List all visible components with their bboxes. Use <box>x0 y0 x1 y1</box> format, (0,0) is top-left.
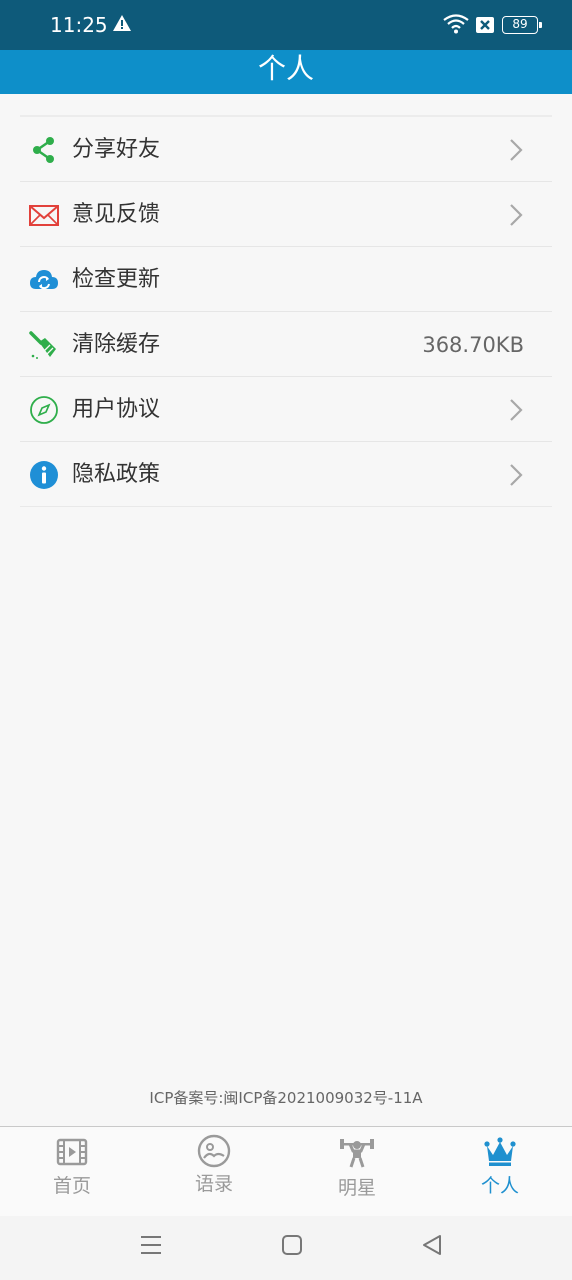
menu-item-check-update[interactable]: 检查更新 <box>20 247 552 312</box>
tab-label: 个人 <box>480 1175 519 1197</box>
menu-item-label: 隐私政策 <box>72 462 161 487</box>
compass-icon <box>29 395 59 425</box>
icp-record-text: ICP备案号:闽ICP备2021009032号-11A <box>149 1089 423 1107</box>
menu-item-privacy-policy[interactable]: 隐私政策 <box>20 442 552 507</box>
chevron-right-icon <box>508 397 524 423</box>
tab-label: 明星 <box>337 1177 376 1199</box>
menu-item-label: 意见反馈 <box>72 202 161 227</box>
wifi-icon <box>443 14 469 38</box>
cache-size-value: 368.70KB <box>422 333 524 357</box>
bottom-tab-bar: 首页 语录 明星 个人 <box>0 1126 572 1216</box>
home-icon[interactable] <box>281 1234 303 1260</box>
menu-item-share[interactable]: 分享好友 <box>20 117 552 182</box>
tab-stars[interactable]: 明星 <box>307 1137 407 1200</box>
film-icon <box>56 1138 88 1166</box>
cloud-refresh-icon <box>29 265 59 295</box>
menu-item-label: 分享好友 <box>72 137 161 162</box>
page-title: 个人 <box>257 52 314 85</box>
menu-item-label: 用户协议 <box>72 397 161 422</box>
menu-item-feedback[interactable]: 意见反馈 <box>20 182 552 247</box>
chevron-right-icon <box>508 137 524 163</box>
mail-icon <box>29 200 59 230</box>
back-icon[interactable] <box>421 1234 443 1260</box>
page-title-bar: 个人 <box>0 50 572 94</box>
system-nav-bar <box>0 1216 572 1280</box>
picture-icon <box>197 1134 231 1168</box>
tab-profile[interactable]: 个人 <box>450 1137 550 1198</box>
tab-label: 首页 <box>52 1175 91 1197</box>
crown-icon <box>484 1137 516 1166</box>
menu-item-label: 检查更新 <box>72 267 161 292</box>
menu-icon[interactable] <box>140 1234 162 1260</box>
warning-icon <box>112 14 132 36</box>
share-icon <box>29 135 59 165</box>
menu-item-clear-cache[interactable]: 清除缓存 368.70KB <box>20 312 552 377</box>
status-time: 11:25 <box>50 13 108 37</box>
settings-menu: 分享好友 意见反馈 检查更新 清除缓存 368.70KB 用户协议 隐私政策 <box>20 115 552 507</box>
tab-home[interactable]: 首页 <box>22 1137 122 1198</box>
tab-label: 语录 <box>194 1173 233 1195</box>
info-icon <box>29 460 59 490</box>
chevron-right-icon <box>508 202 524 228</box>
menu-item-label: 清除缓存 <box>72 332 161 357</box>
weightlifter-icon <box>340 1139 374 1168</box>
menu-item-user-agreement[interactable]: 用户协议 <box>20 377 552 442</box>
broom-icon <box>29 330 59 360</box>
status-bar: 11:25 89 <box>0 0 572 50</box>
battery-indicator: 89 <box>502 16 542 34</box>
no-sim-icon <box>475 16 495 38</box>
tab-quotes[interactable]: 语录 <box>164 1134 264 1196</box>
chevron-right-icon <box>508 462 524 488</box>
